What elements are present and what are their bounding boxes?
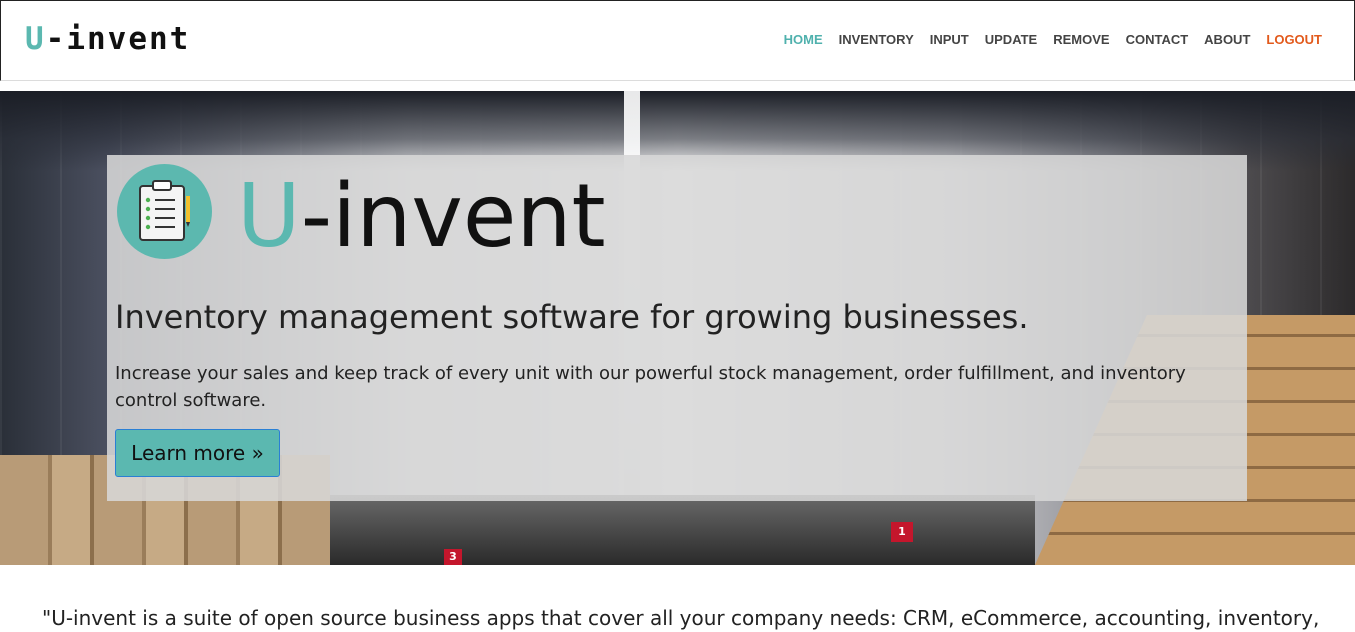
clipboard-icon: [117, 164, 212, 259]
nav-logout[interactable]: LOGOUT: [1266, 32, 1322, 47]
nav-update[interactable]: UPDATE: [985, 32, 1037, 47]
brand-logo[interactable]: U-invent: [25, 21, 190, 57]
aisle-sign: 1: [891, 522, 913, 542]
nav-home[interactable]: HOME: [784, 32, 823, 47]
hero-title: U-invent: [237, 166, 606, 266]
warehouse-floor: [330, 495, 1035, 565]
brand-prefix: U: [25, 21, 46, 57]
nav-about[interactable]: ABOUT: [1204, 32, 1250, 47]
hero-description: Increase your sales and keep track of ev…: [115, 363, 1186, 411]
top-navbar: U-invent HOME INVENTORY INPUT UPDATE REM…: [0, 0, 1355, 81]
hero-title-prefix: U: [237, 165, 301, 267]
learn-more-button[interactable]: Learn more »: [115, 429, 280, 477]
intro-quote: "U-invent is a suite of open source busi…: [42, 606, 1320, 630]
nav-inventory[interactable]: INVENTORY: [839, 32, 914, 47]
brand-suffix: -invent: [45, 21, 191, 57]
hero-title-suffix: -invent: [300, 165, 606, 267]
hero-subtitle: Inventory management software for growin…: [115, 298, 1029, 336]
nav-input[interactable]: INPUT: [930, 32, 969, 47]
nav-contact[interactable]: CONTACT: [1126, 32, 1189, 47]
main-nav: HOME INVENTORY INPUT UPDATE REMOVE CONTA…: [784, 32, 1322, 47]
aisle-sign: 3: [444, 549, 462, 565]
nav-remove[interactable]: REMOVE: [1053, 32, 1109, 47]
